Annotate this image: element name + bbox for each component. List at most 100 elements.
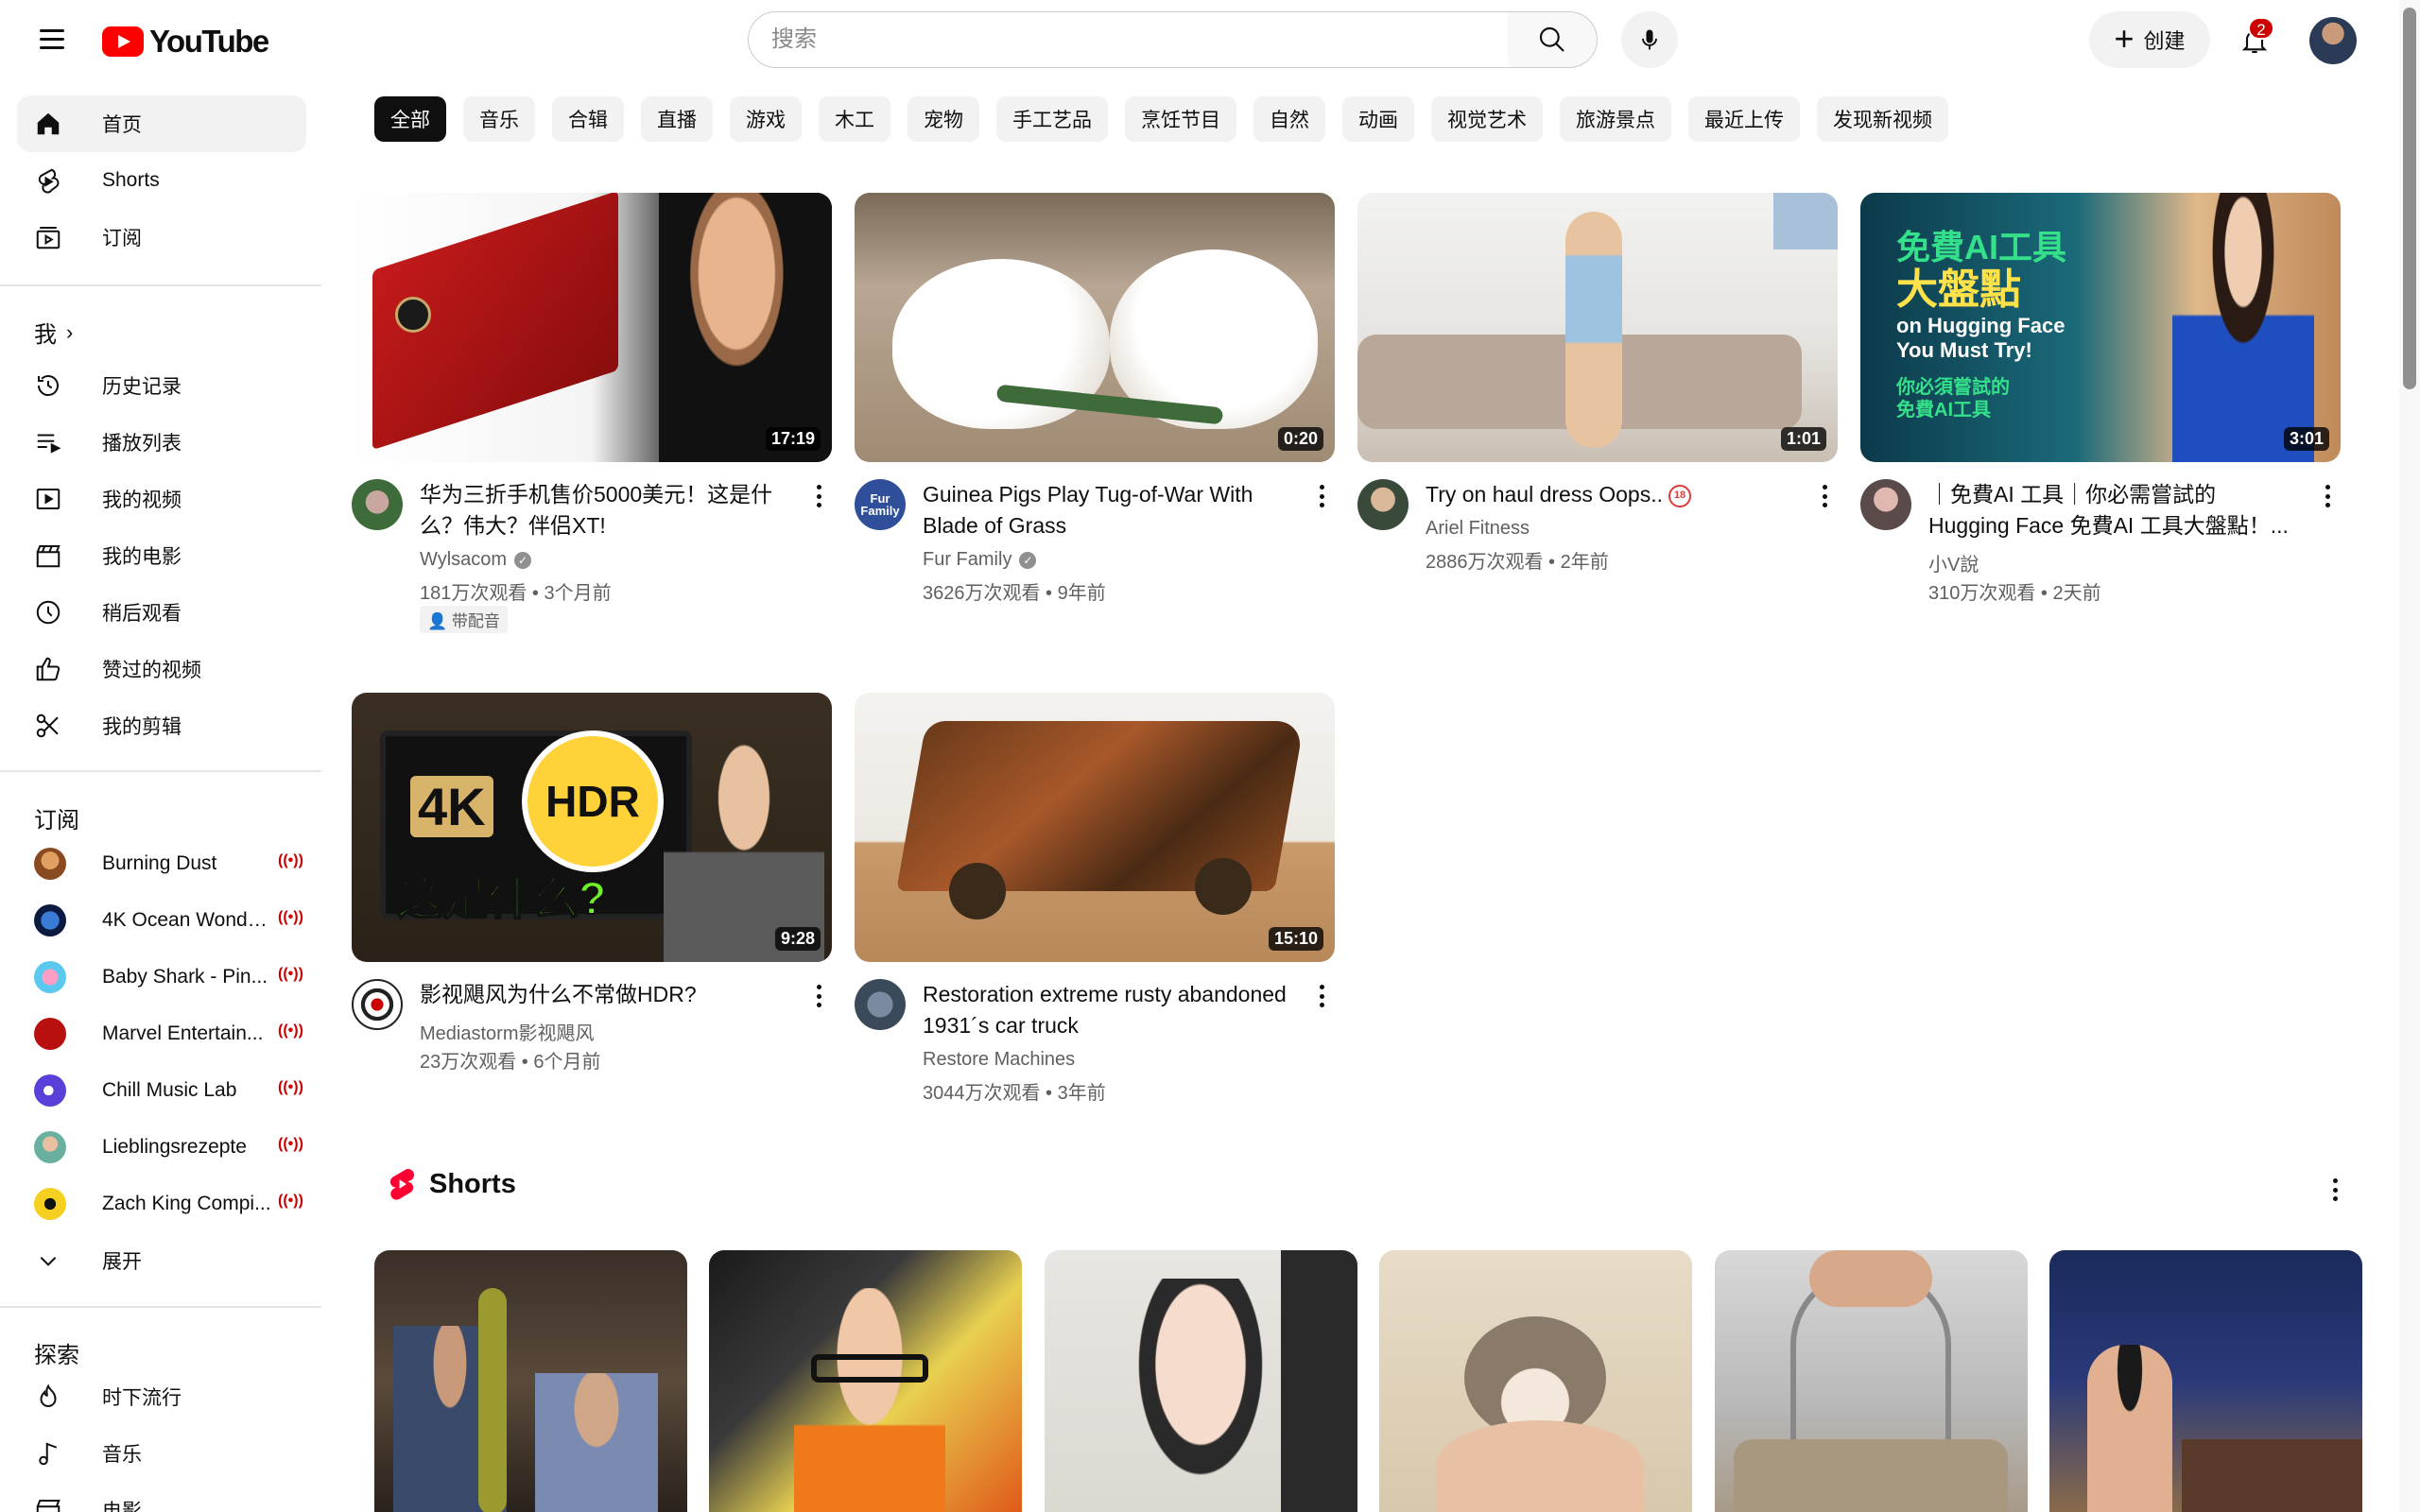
channel-name[interactable]: Wylsacom ✓ — [420, 549, 532, 571]
sidebar-item-shorts[interactable]: Shorts — [17, 152, 306, 209]
account-avatar[interactable] — [2309, 17, 2357, 64]
video-thumbnail[interactable]: 1:01 — [1357, 193, 1838, 462]
chip-new-to-you[interactable]: 发现新视频 — [1817, 96, 1948, 142]
short-thumbnail[interactable] — [1379, 1250, 1692, 1512]
chip-all[interactable]: 全部 — [374, 96, 446, 142]
chip-crafts[interactable]: 手工艺品 — [996, 96, 1108, 142]
chip-nature[interactable]: 自然 — [1253, 96, 1325, 142]
short-thumbnail[interactable] — [374, 1250, 687, 1512]
sidebar-sub-burning-dust[interactable]: Burning Dust ((•)) — [17, 835, 306, 892]
video-thumbnail[interactable]: 4K HDR 这是什么? 9:28 — [352, 693, 832, 962]
chip-recently-uploaded[interactable]: 最近上传 — [1688, 96, 1800, 142]
thumbnail-text-4k: 4K — [410, 776, 493, 837]
create-button[interactable]: + 创建 — [2089, 11, 2210, 68]
chip-cooking[interactable]: 烹饪节目 — [1125, 96, 1236, 142]
video-title[interactable]: Restoration extreme rusty abandoned 1931… — [923, 979, 1291, 1041]
video-title[interactable]: Guinea Pigs Play Tug-of-War With Blade o… — [923, 479, 1291, 541]
chip-travel[interactable]: 旅游景点 — [1560, 96, 1671, 142]
sidebar-item-label: 订阅 — [102, 228, 142, 249]
more-options-icon[interactable] — [1316, 482, 1327, 510]
chip-woodworking[interactable]: 木工 — [819, 96, 890, 142]
sidebar-item-movies[interactable]: 电影 — [17, 1482, 306, 1512]
sidebar-item-watch-later[interactable]: 稍后观看 — [17, 584, 306, 641]
more-options-icon[interactable] — [2322, 482, 2333, 510]
video-title[interactable]: ｜免費AI 工具｜你必需嘗試的 Hugging Face 免費AI 工具大盤點！… — [1928, 479, 2297, 541]
chip-animation[interactable]: 动画 — [1342, 96, 1414, 142]
sidebar-me-heading[interactable]: 我 › — [34, 316, 73, 349]
live-icon: ((•)) — [278, 1193, 303, 1209]
live-icon: ((•)) — [278, 966, 303, 982]
short-thumbnail[interactable] — [2049, 1250, 2362, 1512]
search-input[interactable] — [771, 26, 1509, 53]
person-illustration — [2087, 1345, 2172, 1512]
channel-avatar[interactable] — [352, 479, 403, 530]
channel-avatar — [34, 848, 66, 880]
explore-heading: 探索 — [34, 1343, 79, 1368]
thumb-up-icon — [34, 655, 62, 683]
sidebar-item-history[interactable]: 历史记录 — [17, 357, 306, 414]
sidebar-expand[interactable]: 展开 — [17, 1232, 306, 1289]
sidebar-sub-baby-shark[interactable]: Baby Shark - Pin... ((•)) — [17, 949, 306, 1005]
channel-name[interactable]: Mediastorm影视飓风 — [420, 1018, 594, 1045]
sidebar-sub-marvel[interactable]: Marvel Entertain... ((•)) — [17, 1005, 306, 1062]
sidebar-item-playlists[interactable]: 播放列表 — [17, 414, 306, 471]
channel-name[interactable]: Restore Machines — [923, 1049, 1075, 1071]
more-options-icon[interactable] — [813, 982, 824, 1010]
sidebar-divider — [0, 1306, 321, 1308]
channel-name[interactable]: Ariel Fitness — [1426, 518, 1530, 540]
sidebar-sub-4k-ocean[interactable]: 4K Ocean Wonde... ((•)) — [17, 892, 306, 949]
channel-name[interactable]: Fur Family ✓ — [923, 549, 1037, 571]
subscriptions-heading: 订阅 — [34, 808, 79, 833]
video-thumbnail[interactable]: 免費AI工具 大盤點 on Hugging Face You Must Try!… — [1860, 193, 2341, 462]
video-title[interactable]: 华为三折手机售价5000美元！这是什么？伟大？伴侣XT! — [420, 479, 788, 541]
menu-icon[interactable] — [30, 19, 72, 60]
video-thumbnail[interactable]: 15:10 — [855, 693, 1335, 962]
video-thumbnail[interactable]: 0:20 — [855, 193, 1335, 462]
video-thumbnail[interactable]: 17:19 — [352, 193, 832, 462]
more-options-icon[interactable] — [1819, 482, 1830, 510]
sidebar-item-trending[interactable]: 时下流行 — [17, 1368, 306, 1425]
short-thumbnail[interactable] — [1045, 1250, 1357, 1512]
sidebar-item-subscriptions[interactable]: 订阅 — [17, 209, 306, 266]
sidebar-item-my-videos[interactable]: 我的视频 — [17, 471, 306, 527]
sidebar-item-liked-videos[interactable]: 赞过的视频 — [17, 641, 306, 697]
plant-illustration — [478, 1288, 507, 1512]
sidebar-item-music[interactable]: 音乐 — [17, 1425, 306, 1482]
channel-avatar — [34, 1074, 66, 1107]
sidebar-sub-chill-music[interactable]: Chill Music Lab ((•)) — [17, 1062, 306, 1119]
channel-avatar[interactable]: Fur Family — [855, 479, 906, 530]
short-thumbnail[interactable] — [1715, 1250, 2028, 1512]
sidebar-sub-zach-king[interactable]: Zach King Compi... ((•)) — [17, 1176, 306, 1232]
voice-search-button[interactable] — [1621, 11, 1678, 68]
more-options-icon[interactable] — [2329, 1176, 2341, 1204]
short-thumbnail[interactable] — [709, 1250, 1022, 1512]
youtube-logo[interactable]: YouTube — [102, 23, 269, 60]
more-options-icon[interactable] — [813, 482, 824, 510]
channel-avatar[interactable] — [352, 979, 403, 1030]
chip-gaming[interactable]: 游戏 — [730, 96, 802, 142]
sidebar-item-label: 我的电影 — [102, 546, 182, 568]
person-illustration — [659, 193, 832, 462]
more-options-icon[interactable] — [1316, 982, 1327, 1010]
chip-pets[interactable]: 宠物 — [908, 96, 979, 142]
channel-name[interactable]: 小V說 — [1928, 549, 1979, 576]
search-button[interactable] — [1508, 11, 1598, 68]
sidebar-item-label: 播放列表 — [102, 433, 182, 455]
channel-avatar[interactable] — [1357, 479, 1409, 530]
sidebar-item-my-clips[interactable]: 我的剪辑 — [17, 697, 306, 754]
scrollbar-thumb[interactable] — [2403, 8, 2416, 389]
chip-music[interactable]: 音乐 — [463, 96, 535, 142]
chip-live[interactable]: 直播 — [641, 96, 713, 142]
video-title[interactable]: Try on haul dress Oops.. 18 — [1426, 479, 1794, 510]
page-scrollbar[interactable] — [2399, 0, 2420, 1512]
sidebar-item-my-movies[interactable]: 我的电影 — [17, 527, 306, 584]
sidebar-sub-lieblingsrezepte[interactable]: Lieblingsrezepte ((•)) — [17, 1119, 306, 1176]
channel-avatar[interactable] — [855, 979, 906, 1030]
youtube-page: YouTube + 创建 2 — [0, 0, 2420, 1512]
video-title[interactable]: 影视飓风为什么不常做HDR? — [420, 979, 788, 1010]
channel-avatar[interactable] — [1860, 479, 1911, 530]
sidebar-item-home[interactable]: 首页 — [17, 95, 306, 152]
chip-mixes[interactable]: 合辑 — [552, 96, 624, 142]
create-label: 创建 — [2143, 29, 2186, 53]
chip-visual-arts[interactable]: 视觉艺术 — [1431, 96, 1543, 142]
